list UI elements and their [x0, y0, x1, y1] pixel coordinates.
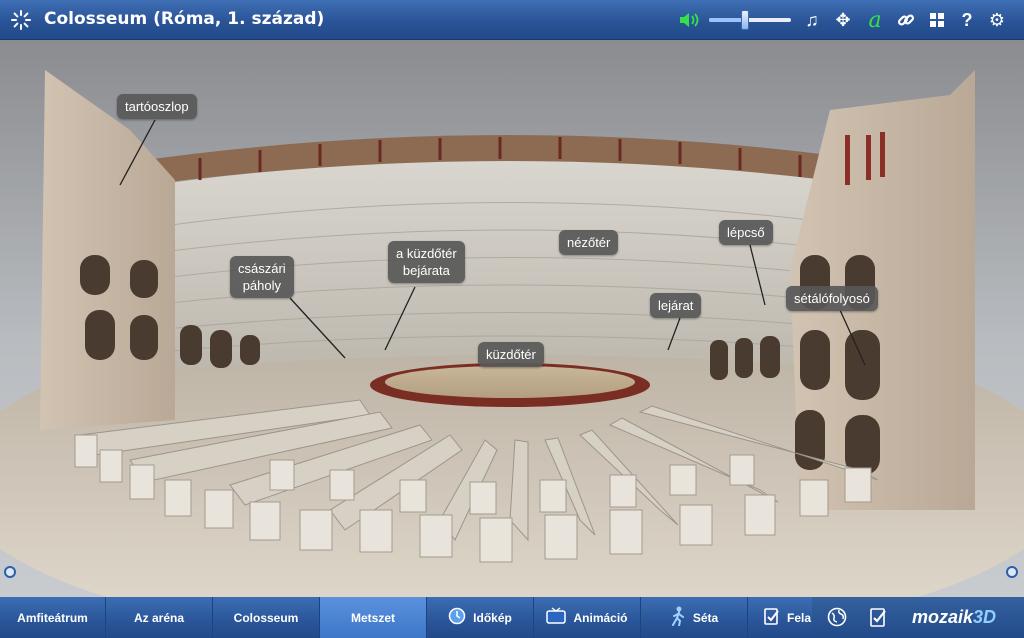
tab-az-arena[interactable]: Az aréna [106, 597, 213, 638]
volume-slider-thumb[interactable] [741, 10, 749, 30]
tab-metszet[interactable]: Metszet [320, 597, 427, 638]
tab-animacio[interactable]: Animáció [534, 597, 641, 638]
clock-icon [448, 607, 466, 629]
volume-icon[interactable] [678, 9, 700, 31]
tab-amfiteatrum[interactable]: Amfiteátrum [0, 597, 106, 638]
tab-idokep[interactable]: Időkép [427, 597, 534, 638]
walk-icon [670, 606, 686, 630]
page-title: Colosseum (Róma, 1. század) [44, 9, 325, 29]
label-bejarata-line2: bejárata [402, 263, 450, 278]
tv-icon [546, 607, 567, 628]
tab-animacio-label: Animáció [573, 610, 628, 625]
brand-part2: 3D [973, 607, 997, 627]
tab-colosseum-label: Colosseum [233, 610, 299, 625]
task-icon [764, 607, 780, 629]
colosseum-cross-section-illustration [0, 70, 1024, 597]
brand-part1: mozaik [912, 607, 974, 627]
label-csaszari-line1: császári [238, 261, 286, 276]
rotate-left-handle[interactable] [4, 566, 16, 578]
tab-idokep-label: Időkép [473, 610, 512, 625]
label-tartooszlop[interactable]: tartóoszlop [117, 94, 197, 119]
top-bar: Colosseum (Róma, 1. század) ♫ ✥ a ? ⚙ [0, 0, 1024, 40]
font-size-icon[interactable]: a [864, 8, 886, 33]
mozaik3d-logo: mozaik3D [912, 607, 996, 628]
rotate-right-handle[interactable] [1006, 566, 1018, 578]
label-lejarat[interactable]: lejárat [650, 293, 702, 318]
label-kuzdoter[interactable]: küzdőtér [478, 342, 544, 367]
settings-gear-icon[interactable]: ⚙ [986, 9, 1008, 31]
tab-seta-label: Séta [692, 610, 719, 625]
tab-feladat[interactable]: Fela [748, 597, 812, 638]
tab-az-arena-label: Az aréna [133, 610, 185, 625]
label-nezoter[interactable]: nézőtér [559, 230, 619, 255]
globe-icon[interactable] [826, 606, 848, 628]
volume-slider[interactable] [709, 18, 791, 22]
tab-colosseum[interactable]: Colosseum [213, 597, 320, 638]
checklist-icon[interactable] [868, 606, 890, 628]
tab-amfiteatrum-label: Amfiteátrum [17, 610, 88, 625]
label-lepcso[interactable]: lépcső [719, 220, 773, 245]
move-icon[interactable]: ✥ [832, 9, 854, 31]
grid-icon[interactable] [926, 9, 948, 31]
label-setalofolyoso[interactable]: sétálófolyosó [786, 286, 878, 311]
label-csaszari-paholy[interactable]: császári páholy [230, 256, 294, 298]
label-bejarata-line1: a küzdőtér [396, 246, 457, 261]
label-csaszari-line2: páholy [242, 278, 281, 293]
help-icon[interactable]: ? [956, 9, 978, 31]
link-icon[interactable] [895, 9, 917, 31]
music-icon[interactable]: ♫ [801, 9, 823, 31]
colosseum-3d-view[interactable]: tartóoszlop császári páholy a küzdőtér b… [0, 40, 1024, 597]
loading-spinner-icon [11, 10, 31, 30]
bottom-navigation-bar: Amfiteátrum Az aréna Colosseum Metszet I… [0, 597, 1024, 638]
tab-feladat-label: Fela [787, 610, 812, 625]
tab-seta[interactable]: Séta [641, 597, 748, 638]
tab-metszet-label: Metszet [350, 610, 395, 625]
label-kuzdoter-bejarata[interactable]: a küzdőtér bejárata [388, 241, 465, 283]
